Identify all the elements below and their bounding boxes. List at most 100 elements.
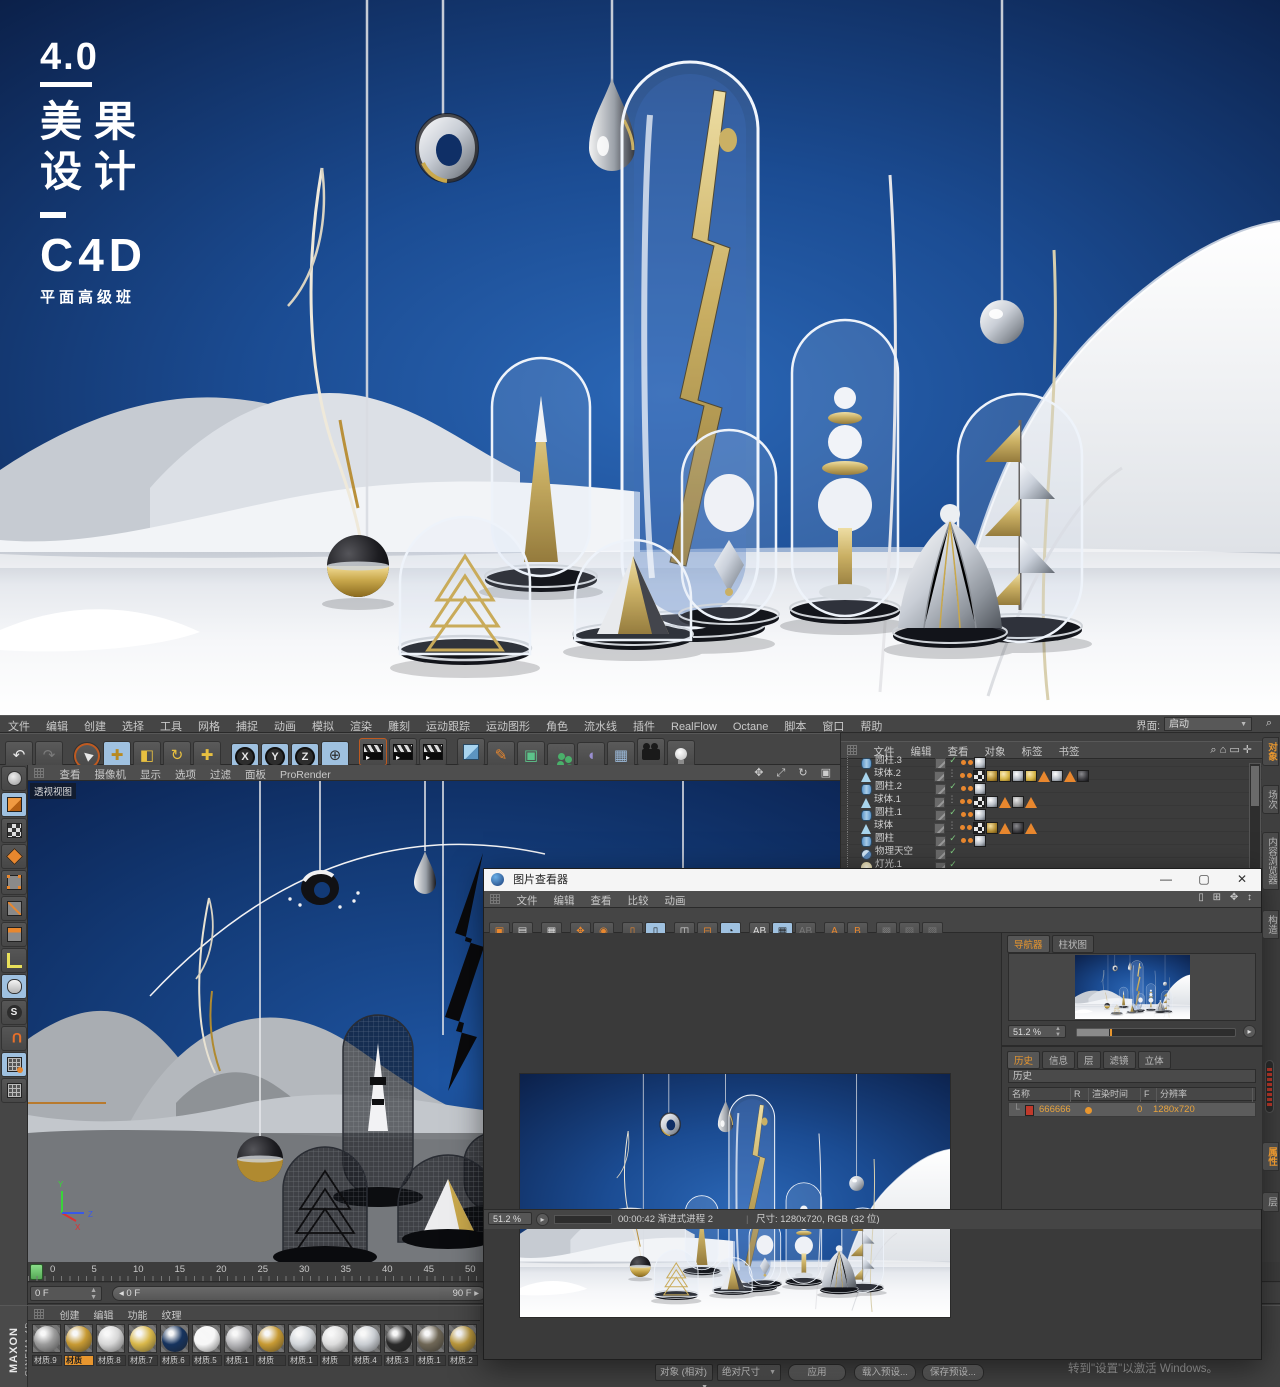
enable-state-icon[interactable]: ⋮ — [945, 793, 959, 806]
object-row[interactable]: 圆柱.1 ✓ — [841, 806, 1262, 821]
tab-信息[interactable]: 信息 — [1042, 1051, 1076, 1069]
status-zoom-field[interactable]: 51.2 % — [488, 1212, 532, 1225]
object-row[interactable]: 圆柱.3 ✓ — [841, 754, 1262, 769]
interface-dropdown[interactable]: 启动 ▼ — [1164, 717, 1252, 731]
enable-state-icon[interactable]: ✓ — [946, 754, 960, 767]
axis-mode-button[interactable] — [1, 948, 27, 973]
tab-层[interactable]: 层 — [1262, 1192, 1279, 1212]
enable-state-icon[interactable]: ✓ — [946, 780, 960, 793]
viewport-solo-button[interactable] — [1, 974, 27, 999]
material-swatch[interactable]: 材质.4 — [352, 1324, 382, 1366]
zoom-play-button[interactable]: ▸ — [1243, 1025, 1256, 1038]
workplane-mode-button[interactable] — [1, 844, 27, 869]
column-header-1[interactable]: R — [1071, 1088, 1089, 1102]
tab-历史[interactable]: 历史 — [1007, 1051, 1041, 1069]
enable-state-icon[interactable]: ⋮ — [945, 767, 959, 780]
picture-viewer-menu-3[interactable]: 比较 — [619, 892, 656, 909]
picture-viewer-window-icons[interactable]: ▯ ⊞ ✥ ↕ — [1198, 892, 1255, 903]
material-swatch[interactable]: 材质.2 — [448, 1324, 478, 1366]
material-swatch[interactable]: 材质 — [320, 1324, 350, 1366]
stepper-icon[interactable]: ▲ ▼ — [1055, 1026, 1061, 1038]
object-row[interactable]: 圆柱 ✓ — [841, 832, 1262, 847]
viewport-menu-1[interactable]: 摄像机 — [87, 766, 133, 783]
material-swatch[interactable]: 材质.9 — [32, 1324, 62, 1366]
save-preset-button[interactable]: 保存预设... — [922, 1364, 984, 1381]
enable-state-icon[interactable]: ✓ — [946, 832, 960, 845]
tab-内容浏览器[interactable]: 内容浏览器 — [1262, 832, 1279, 890]
tab-滤镜[interactable]: 滤镜 — [1102, 1051, 1136, 1069]
tab-对象[interactable]: 对象 — [1262, 737, 1279, 766]
drag-handle-icon[interactable] — [490, 894, 500, 904]
minimize-button[interactable]: — — [1147, 869, 1185, 891]
search-icon[interactable]: ⌕ — [1266, 717, 1272, 730]
drag-handle-icon[interactable] — [34, 1309, 44, 1319]
material-menu-3[interactable]: 纹理 — [154, 1307, 188, 1322]
viewport-menu-5[interactable]: 面板 — [238, 766, 273, 783]
column-header-3[interactable]: F — [1141, 1088, 1157, 1102]
size-mode-dropdown[interactable]: 绝对尺寸 ▼ — [717, 1364, 781, 1381]
snap-button[interactable]: U — [1, 1026, 27, 1051]
close-button[interactable]: ✕ — [1223, 869, 1261, 891]
viewport-menu-3[interactable]: 选项 — [168, 766, 203, 783]
material-menu-0[interactable]: 创建 — [52, 1307, 86, 1322]
picture-viewer-window[interactable]: 图片查看器 — ▢ ✕ 文件 编辑 查看 比较 动画 ▯ ⊞ ✥ ↕ ▣ ▤ ▦ ✥ ◉ ▯ ▯ ◫ ⊟… — [483, 868, 1263, 1360]
tab-层[interactable]: 层 — [1077, 1051, 1101, 1069]
object-list-scrollbar[interactable] — [1249, 763, 1261, 873]
picture-viewer-menu-2[interactable]: 查看 — [582, 892, 619, 909]
keyframe-selection-button[interactable]: S — [1, 1000, 27, 1025]
enable-state-icon[interactable]: ✓ — [946, 845, 960, 858]
workplane-snap-button[interactable] — [1, 1052, 27, 1077]
picture-viewer-titlebar[interactable]: 图片查看器 — ▢ ✕ — [484, 869, 1261, 891]
convert-editable-button[interactable] — [1, 766, 27, 791]
material-swatch[interactable]: 材质.3 — [384, 1324, 414, 1366]
add-light-button[interactable] — [667, 740, 695, 768]
add-cube-button[interactable] — [457, 738, 485, 766]
picture-viewer-menu-0[interactable]: 文件 — [508, 892, 545, 909]
material-swatch[interactable]: 材质.8 — [96, 1324, 126, 1366]
apply-button[interactable]: 应用 — [788, 1364, 846, 1381]
navigator-thumbnail[interactable] — [1075, 955, 1190, 1019]
material-swatch[interactable]: 材质.6 — [160, 1324, 190, 1366]
material-swatch[interactable]: 材质 — [64, 1324, 94, 1366]
object-row[interactable]: 圆柱.2 ✓ — [841, 780, 1262, 795]
drag-handle-icon[interactable] — [34, 768, 44, 778]
coord-mode-dropdown[interactable]: 对象 (相对) ▼ — [655, 1364, 713, 1387]
load-preset-button[interactable]: 载入预设... — [854, 1364, 916, 1381]
texture-mode-button[interactable] — [1, 818, 27, 843]
points-mode-button[interactable] — [1, 870, 27, 895]
tab-属性[interactable]: 属性 — [1262, 1142, 1279, 1171]
tab-构造[interactable]: 构造 — [1262, 910, 1279, 939]
picture-viewer-canvas[interactable] — [484, 933, 1001, 1318]
render-picture-viewer-button[interactable] — [389, 738, 417, 766]
viewport-menu-6[interactable]: ProRender — [273, 768, 338, 782]
tab-柱状图[interactable]: 柱状图 — [1051, 935, 1095, 953]
render-view-button[interactable] — [359, 738, 387, 766]
object-row[interactable]: 物理天空 ✓ — [841, 845, 1262, 860]
enable-state-icon[interactable]: ⋮ — [945, 819, 959, 832]
grid-snap-button[interactable] — [1, 1078, 27, 1103]
column-header-0[interactable]: 名称 — [1009, 1088, 1071, 1102]
material-swatch[interactable]: 材质.1 — [288, 1324, 318, 1366]
object-row[interactable]: 球体.1 ⋮ — [841, 793, 1262, 808]
tab-导航器[interactable]: 导航器 — [1007, 935, 1050, 953]
zoom-field[interactable]: 51.2 % ▲ ▼ — [1008, 1025, 1066, 1038]
column-header-2[interactable]: 渲染时间 — [1089, 1088, 1141, 1102]
play-icon[interactable]: ▸ — [536, 1213, 549, 1226]
picture-viewer-menu-1[interactable]: 编辑 — [545, 892, 582, 909]
material-swatch[interactable]: 材质.5 — [192, 1324, 222, 1366]
material-swatch[interactable]: 材质 — [256, 1324, 286, 1366]
timeline-range-slider[interactable]: ◂ 0 F 90 F ▸ — [112, 1286, 486, 1301]
edges-mode-button[interactable] — [1, 896, 27, 921]
material-swatch[interactable]: 材质.1 — [416, 1324, 446, 1366]
range-end[interactable]: 90 F ▸ — [453, 1287, 479, 1301]
viewport-menu-2[interactable]: 显示 — [133, 766, 168, 783]
object-row[interactable]: 球体 ⋮ — [841, 819, 1262, 834]
render-settings-button[interactable] — [419, 738, 447, 766]
model-mode-button[interactable] — [1, 792, 27, 817]
zoom-slider[interactable] — [1076, 1028, 1236, 1037]
tab-场次[interactable]: 场次 — [1262, 785, 1279, 814]
history-row[interactable]: └ 666666 0 1280x720 — [1008, 1102, 1256, 1117]
stepper-icon[interactable]: ▲ ▼ — [90, 1287, 97, 1301]
column-header-4[interactable]: 分辨率 — [1157, 1088, 1253, 1102]
material-swatch[interactable]: 材质.1 — [224, 1324, 254, 1366]
